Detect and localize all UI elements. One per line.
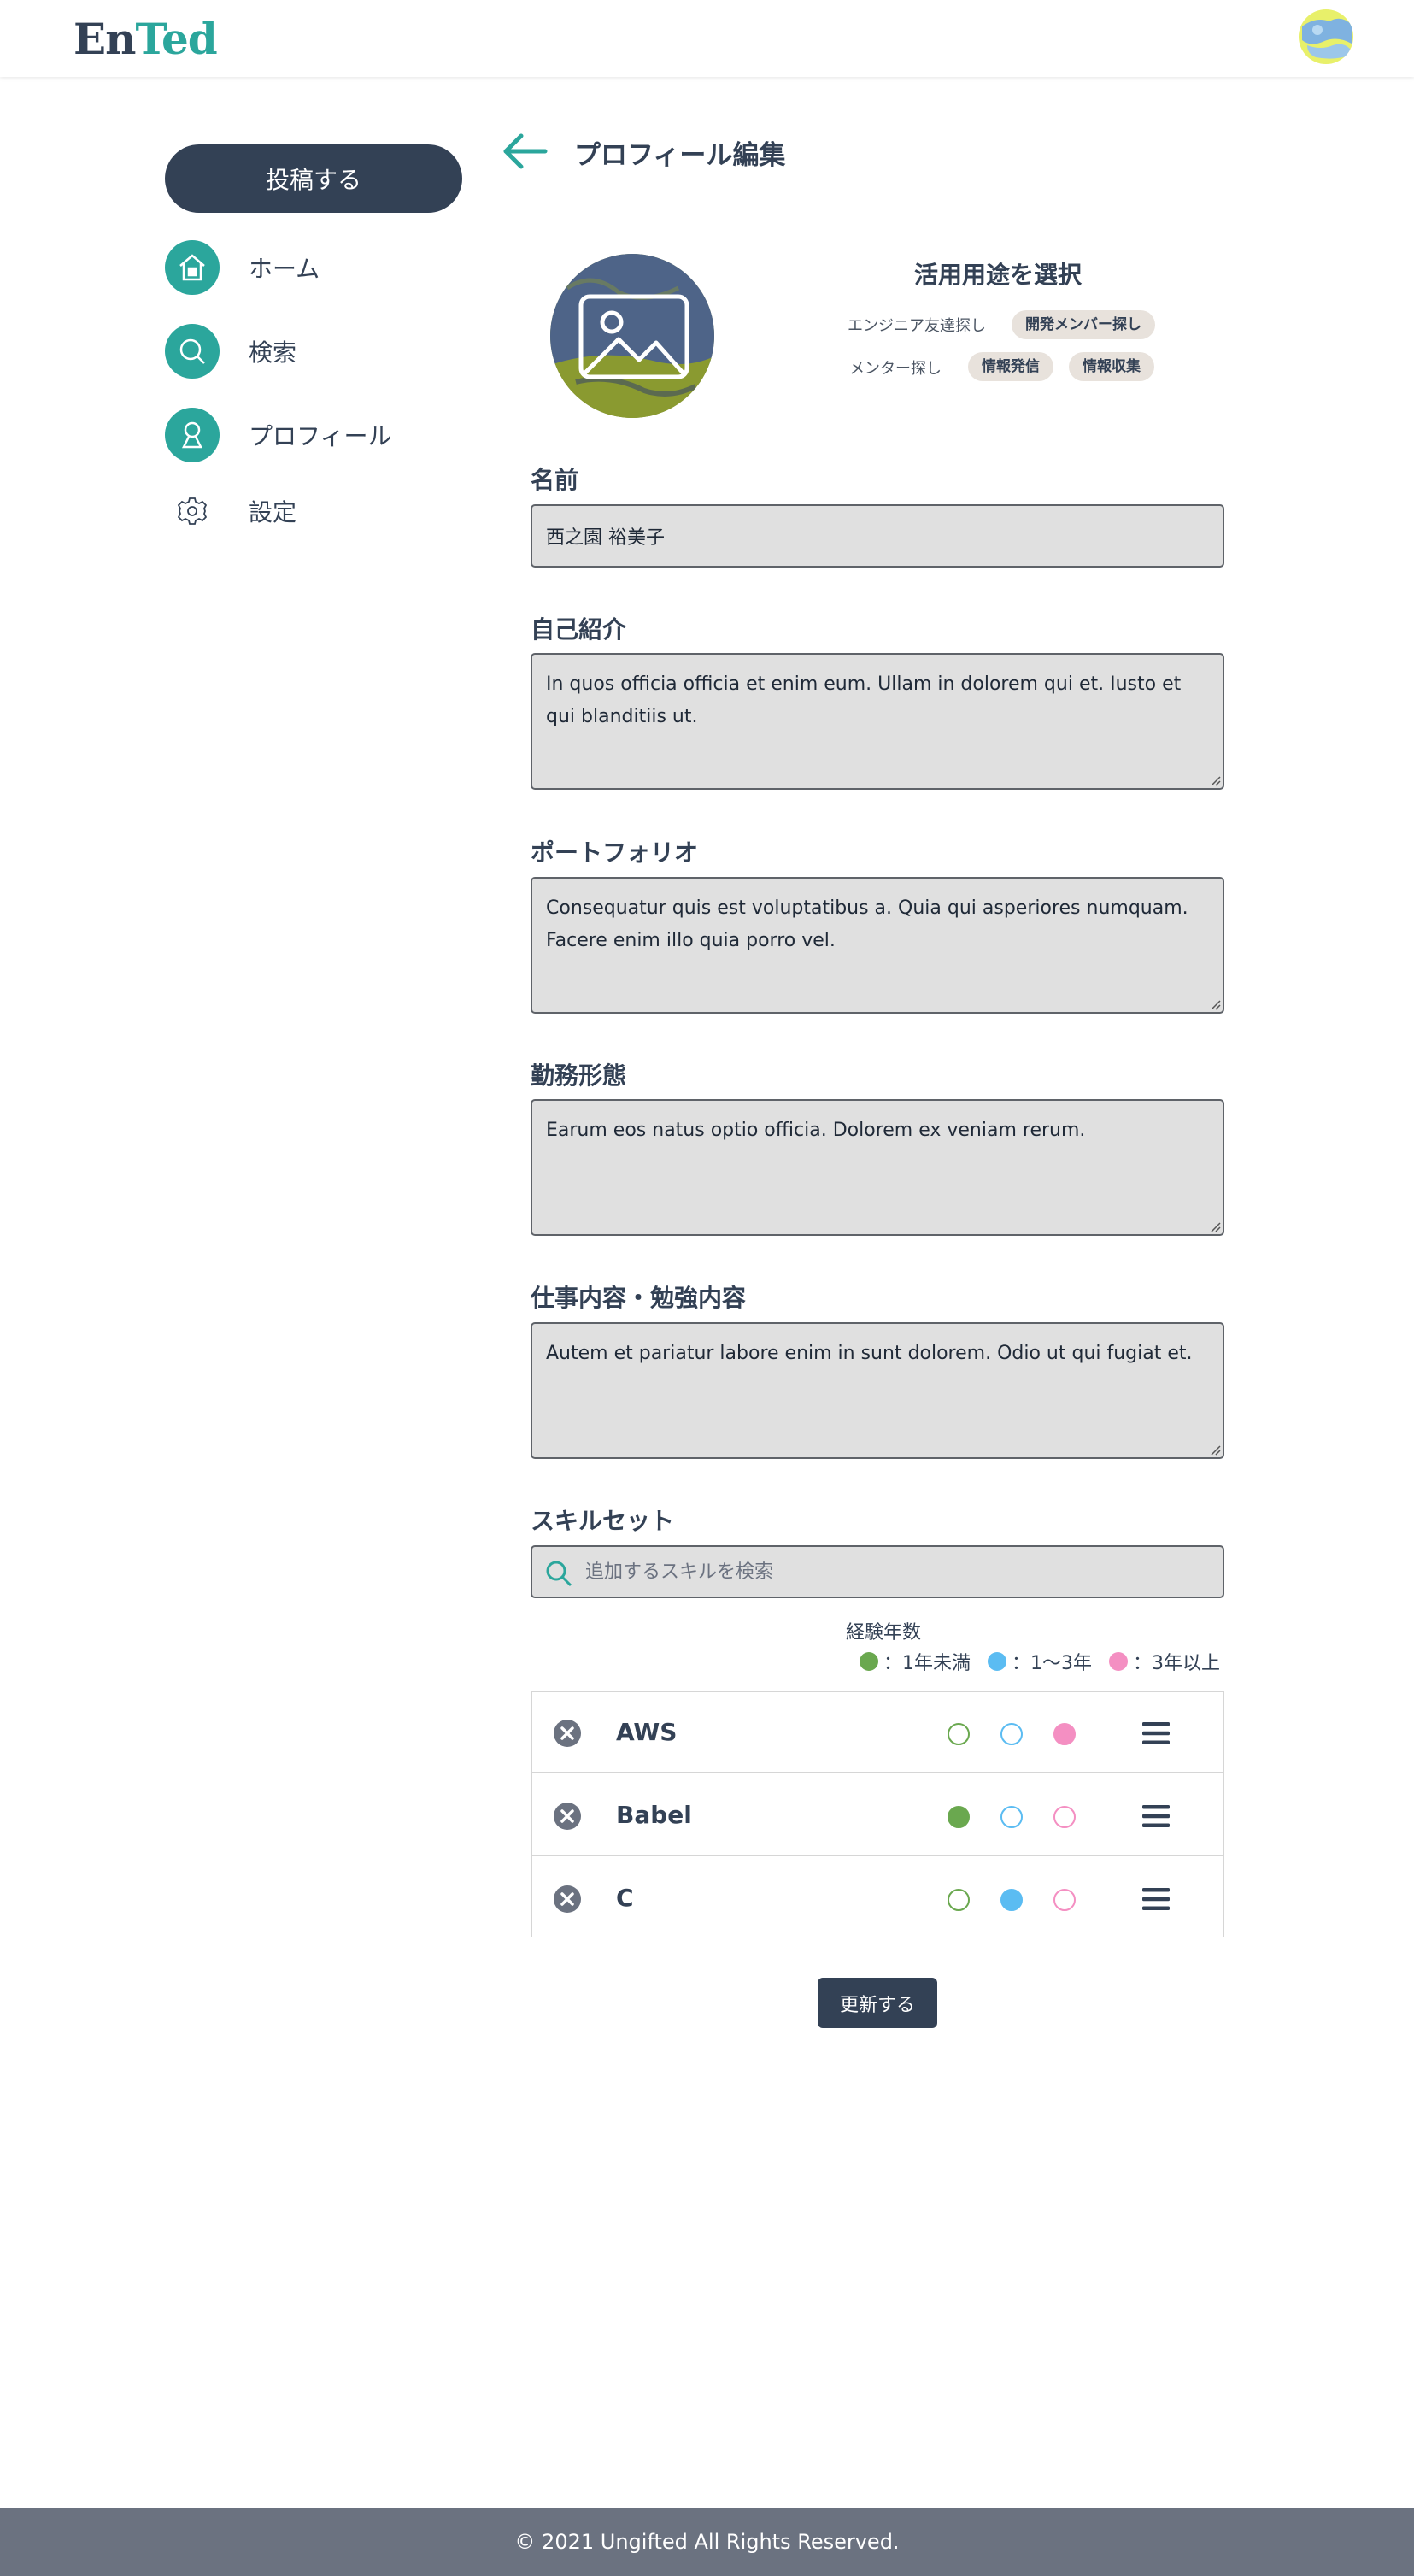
level-under-1-year-radio[interactable] [948, 1723, 970, 1745]
skill-name: Babel [616, 1801, 692, 1829]
legend-item: ：1年未満 [860, 1648, 971, 1675]
level-under-1-year-radio[interactable] [948, 1806, 970, 1828]
intro-label: 自己紹介 [531, 615, 627, 644]
sidebar-item-label: 設定 [249, 498, 297, 526]
sidebar-item-label: 検索 [249, 338, 297, 367]
avatar[interactable] [1299, 9, 1353, 64]
update-button[interactable]: 更新する [818, 1978, 937, 2028]
skill-list: AWS Babel C [531, 1691, 1224, 1939]
sidebar-item-label: ホーム [249, 255, 320, 283]
home-icon [165, 240, 220, 295]
skill-row: Babel [532, 1775, 1223, 1856]
purpose-tag[interactable]: 開発メンバー探し [1012, 310, 1155, 339]
purpose-tag[interactable]: 情報収集 [1069, 352, 1154, 381]
footer: © 2021 Ungifted All Rights Reserved. [0, 2508, 1414, 2576]
legend-dot-icon [988, 1652, 1006, 1671]
search-icon [546, 1561, 572, 1587]
logo-en: En [73, 14, 136, 64]
legend-dot-icon [860, 1652, 878, 1671]
level-1-to-3-years-radio[interactable] [1000, 1723, 1023, 1745]
post-button[interactable]: 投稿する [165, 144, 462, 213]
remove-skill-icon[interactable] [553, 1719, 582, 1748]
logo[interactable]: EnTed [73, 14, 218, 65]
sidebar-item-label: プロフィール [249, 422, 392, 450]
legend-label: ：1年未満 [883, 1653, 971, 1674]
work-style-label: 勤務形態 [531, 1062, 627, 1090]
sidebar-item-settings[interactable]: 設定 [165, 484, 438, 538]
drag-handle-icon[interactable] [1141, 1801, 1171, 1832]
profile-icon [165, 408, 220, 462]
work-content-field[interactable]: Autem et pariatur labore enim in sunt do… [531, 1322, 1224, 1459]
skill-name: AWS [616, 1718, 678, 1746]
work-content-label: 仕事内容・勉強内容 [531, 1284, 747, 1312]
gear-icon [165, 484, 220, 538]
name-field[interactable] [531, 504, 1224, 568]
purpose-title: 活用用途を選択 [914, 261, 1083, 289]
intro-field-wrapper: In quos officia officia et enim eum. Ull… [531, 653, 1224, 790]
back-arrow-icon[interactable] [502, 132, 549, 170]
name-label: 名前 [531, 466, 579, 494]
work-style-field[interactable]: Earum eos natus optio officia. Dolorem e… [531, 1099, 1224, 1236]
skill-name: C [616, 1884, 634, 1912]
remove-skill-icon[interactable] [553, 1885, 582, 1914]
legend-dot-icon [1109, 1652, 1128, 1671]
sidebar-item-home[interactable]: ホーム [165, 240, 438, 295]
legend-item: ：1〜3年 [988, 1648, 1092, 1675]
skill-row: AWS [532, 1692, 1223, 1773]
portfolio-field[interactable]: Consequatur quis est voluptatibus a. Qui… [531, 877, 1224, 1014]
level-1-to-3-years-radio[interactable] [1000, 1806, 1023, 1828]
legend-item: ：3年以上 [1109, 1648, 1220, 1675]
level-over-3-years-radio[interactable] [1053, 1723, 1076, 1745]
skill-row: C [532, 1858, 1223, 1939]
intro-field[interactable]: In quos officia officia et enim eum. Ull… [531, 653, 1224, 790]
level-1-to-3-years-radio[interactable] [1000, 1889, 1023, 1911]
skills-label: スキルセット [531, 1507, 675, 1535]
purpose-label: エンジニア友達探し [848, 317, 986, 335]
legend-label: ：3年以上 [1133, 1653, 1220, 1674]
logo-ted: Ted [135, 14, 217, 64]
level-over-3-years-radio[interactable] [1053, 1889, 1076, 1911]
drag-handle-icon[interactable] [1141, 1884, 1171, 1914]
purpose-label: メンター探し [849, 360, 942, 378]
header: EnTed [0, 0, 1414, 77]
profile-image-upload[interactable] [550, 254, 714, 418]
portfolio-label: ポートフォリオ [531, 838, 699, 867]
work-style-field-wrapper: Earum eos natus optio officia. Dolorem e… [531, 1099, 1224, 1236]
copyright-text: © 2021 Ungifted All Rights Reserved. [514, 2530, 900, 2554]
work-content-field-wrapper: Autem et pariatur labore enim in sunt do… [531, 1322, 1224, 1459]
skill-search-input[interactable] [585, 1547, 1209, 1597]
portfolio-field-wrapper: Consequatur quis est voluptatibus a. Qui… [531, 877, 1224, 1014]
level-under-1-year-radio[interactable] [948, 1889, 970, 1911]
search-icon [165, 324, 220, 379]
purpose-tag[interactable]: 情報発信 [968, 352, 1053, 381]
legend-label: ：1〜3年 [1012, 1653, 1092, 1674]
level-over-3-years-radio[interactable] [1053, 1806, 1076, 1828]
page-title: プロフィール編集 [574, 140, 786, 171]
sidebar-item-search[interactable]: 検索 [165, 324, 438, 379]
sidebar-item-profile[interactable]: プロフィール [165, 408, 438, 462]
remove-skill-icon[interactable] [553, 1802, 582, 1831]
skill-search-box [531, 1545, 1224, 1598]
experience-title: 経験年数 [846, 1622, 922, 1644]
drag-handle-icon[interactable] [1141, 1718, 1171, 1749]
